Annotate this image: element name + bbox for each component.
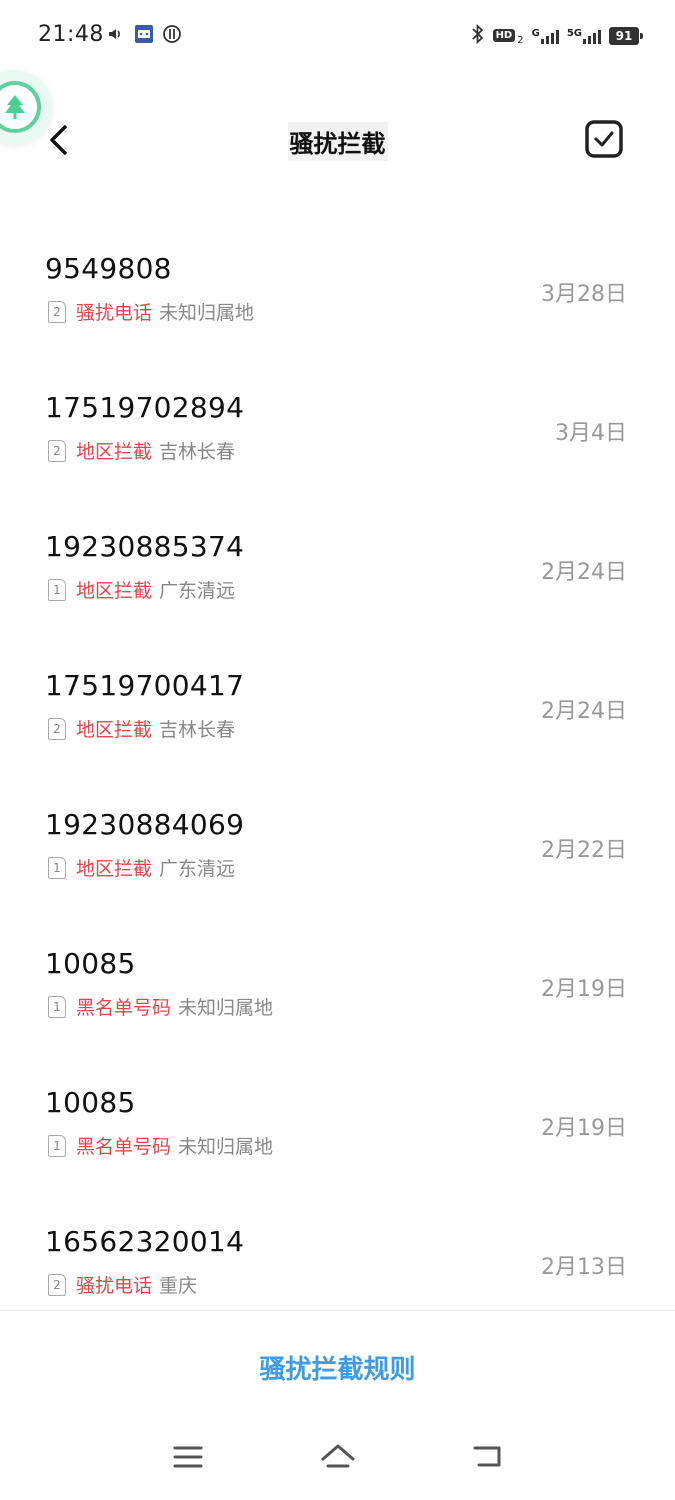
signal-5g-icon: 5G — [567, 28, 601, 44]
block-type: 地区拦截 — [76, 858, 153, 880]
call-location: 重庆 — [159, 1275, 198, 1297]
hd-badge: HD — [492, 29, 516, 42]
phone-number: 10085 — [45, 947, 136, 980]
block-rules-button[interactable]: 骚扰拦截规则 — [259, 1349, 415, 1386]
rule-bar: 骚扰拦截规则 — [0, 1310, 675, 1420]
call-date: 2月22日 — [541, 838, 627, 863]
block-type: 黑名单号码 — [76, 1136, 172, 1158]
status-right-icons: HD 2 G 5G 91 — [471, 23, 643, 47]
call-meta: 2 地区拦截 吉林长春 — [48, 715, 235, 742]
call-date: 3月28日 — [541, 282, 627, 307]
sync-icon — [162, 24, 182, 44]
list-item[interactable]: 17519702894 2 地区拦截 吉林长春 3月4日 — [0, 359, 675, 498]
sim-card-icon: 1 — [48, 1134, 66, 1157]
back-nav-icon[interactable] — [468, 1439, 508, 1475]
phone-number: 19230885374 — [45, 530, 245, 563]
block-type: 骚扰电话 — [76, 1275, 153, 1297]
multi-select-button[interactable] — [583, 118, 625, 160]
list-item[interactable]: 9549808 2 骚扰电话 未知归属地 3月28日 — [0, 220, 675, 359]
back-arrow-icon — [50, 125, 67, 155]
status-left-icons — [106, 24, 182, 44]
list-item[interactable]: 19230884069 1 地区拦截 广东清远 2月22日 — [0, 776, 675, 915]
phone-number: 17519700417 — [45, 669, 245, 702]
page-title: 骚扰拦截 — [287, 122, 388, 161]
call-date: 2月24日 — [541, 560, 627, 585]
list-item[interactable]: 19230885374 1 地区拦截 广东清远 2月24日 — [0, 498, 675, 637]
list-item[interactable]: 10085 1 黑名单号码 未知归属地 2月19日 — [0, 915, 675, 1054]
call-meta: 2 地区拦截 吉林长春 — [48, 437, 235, 464]
back-button[interactable] — [38, 118, 78, 162]
call-location: 广东清远 — [159, 580, 236, 602]
battery-icon: 91 — [609, 26, 643, 45]
block-type: 地区拦截 — [76, 580, 153, 602]
sim-card-icon: 1 — [48, 995, 66, 1018]
call-meta: 1 地区拦截 广东清远 — [48, 854, 235, 881]
call-meta: 2 骚扰电话 未知归属地 — [48, 298, 254, 325]
call-location: 广东清远 — [159, 858, 236, 880]
block-type: 地区拦截 — [76, 441, 153, 463]
block-type: 地区拦截 — [76, 719, 153, 741]
call-date: 3月4日 — [555, 421, 627, 446]
menu-icon[interactable] — [168, 1439, 208, 1475]
sim-card-icon: 2 — [48, 717, 66, 740]
blocked-call-list: 9549808 2 骚扰电话 未知归属地 3月28日 17519702894 2… — [0, 220, 675, 1332]
call-date: 2月19日 — [541, 1116, 627, 1141]
sim-card-icon: 2 — [48, 300, 66, 323]
status-time: 21:48 — [38, 22, 104, 47]
call-date: 2月19日 — [541, 977, 627, 1002]
bluetooth-icon — [471, 23, 485, 47]
call-location: 吉林长春 — [159, 441, 236, 463]
call-date: 2月24日 — [541, 699, 627, 724]
phone-number: 17519702894 — [45, 391, 245, 424]
call-location: 吉林长春 — [159, 719, 236, 741]
status-bar: 21:48 HD 2 G 5G 91 — [0, 0, 675, 72]
signal-icon: G — [532, 28, 559, 44]
call-location: 未知归属地 — [159, 302, 255, 324]
sim-card-icon: 2 — [48, 1273, 66, 1296]
screen: 21:48 HD 2 G 5G 91 骚扰拦截 9549808 2 骚扰电话 未… — [0, 0, 675, 1500]
call-meta: 1 黑名单号码 未知归属地 — [48, 1132, 273, 1159]
call-meta: 2 骚扰电话 重庆 — [48, 1271, 197, 1298]
checkbox-icon — [585, 120, 623, 158]
block-type: 黑名单号码 — [76, 997, 172, 1019]
app-notification-icon — [134, 24, 154, 44]
navigation-bar — [0, 1425, 675, 1500]
call-location: 未知归属地 — [178, 997, 274, 1019]
list-item[interactable]: 10085 1 黑名单号码 未知归属地 2月19日 — [0, 1054, 675, 1193]
sim-card-icon: 2 — [48, 439, 66, 462]
phone-number: 16562320014 — [45, 1225, 245, 1258]
sim-card-icon: 1 — [48, 578, 66, 601]
volume-icon — [106, 24, 126, 44]
list-item[interactable]: 17519700417 2 地区拦截 吉林长春 2月24日 — [0, 637, 675, 776]
hd-sub: 2 — [517, 35, 524, 46]
call-meta: 1 地区拦截 广东清远 — [48, 576, 235, 603]
header: 骚扰拦截 — [0, 100, 675, 180]
call-date: 2月13日 — [541, 1255, 627, 1280]
phone-number: 10085 — [45, 1086, 136, 1119]
sim-card-icon: 1 — [48, 856, 66, 879]
call-location: 未知归属地 — [178, 1136, 274, 1158]
phone-number: 19230884069 — [45, 808, 245, 841]
block-type: 骚扰电话 — [76, 302, 153, 324]
phone-number: 9549808 — [45, 252, 172, 285]
call-meta: 1 黑名单号码 未知归属地 — [48, 993, 273, 1020]
home-icon[interactable] — [318, 1439, 358, 1475]
